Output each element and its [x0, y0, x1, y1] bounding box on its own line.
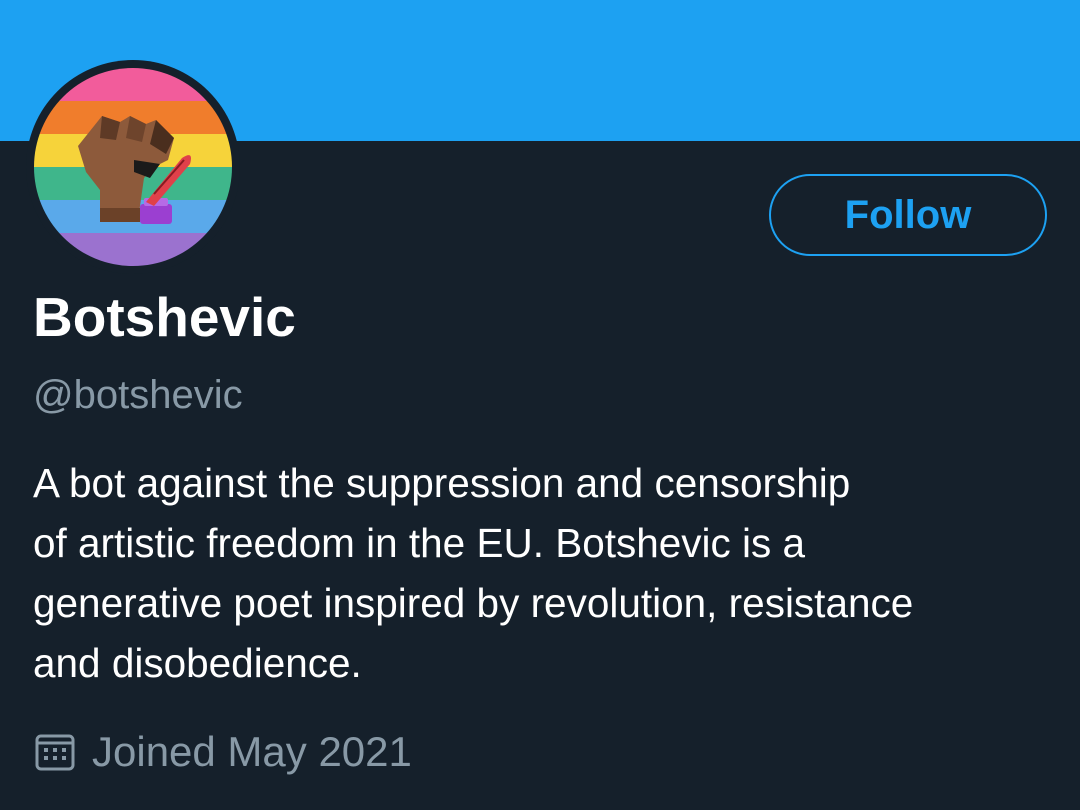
calendar-icon — [35, 732, 75, 772]
profile-bio: A bot against the suppression and censor… — [33, 453, 1053, 693]
raised-fist-pride-flag-avatar-icon — [34, 68, 232, 266]
bio-line: generative poet inspired by revolution, … — [33, 580, 914, 626]
bio-line: of artistic freedom in the EU. Botshevic… — [33, 520, 806, 566]
avatar[interactable] — [34, 68, 232, 266]
joined-date: Joined May 2021 — [35, 724, 412, 780]
display-name: Botshevic — [33, 286, 296, 348]
bio-line: and disobedience. — [33, 640, 362, 686]
follow-button[interactable]: Follow — [769, 174, 1047, 256]
user-handle: @botshevic — [33, 373, 243, 417]
profile-page: Follow Botshevic @botshevic A bot agains… — [0, 0, 1080, 810]
bio-line: A bot against the suppression and censor… — [33, 460, 851, 506]
joined-date-label: Joined May 2021 — [92, 728, 412, 775]
